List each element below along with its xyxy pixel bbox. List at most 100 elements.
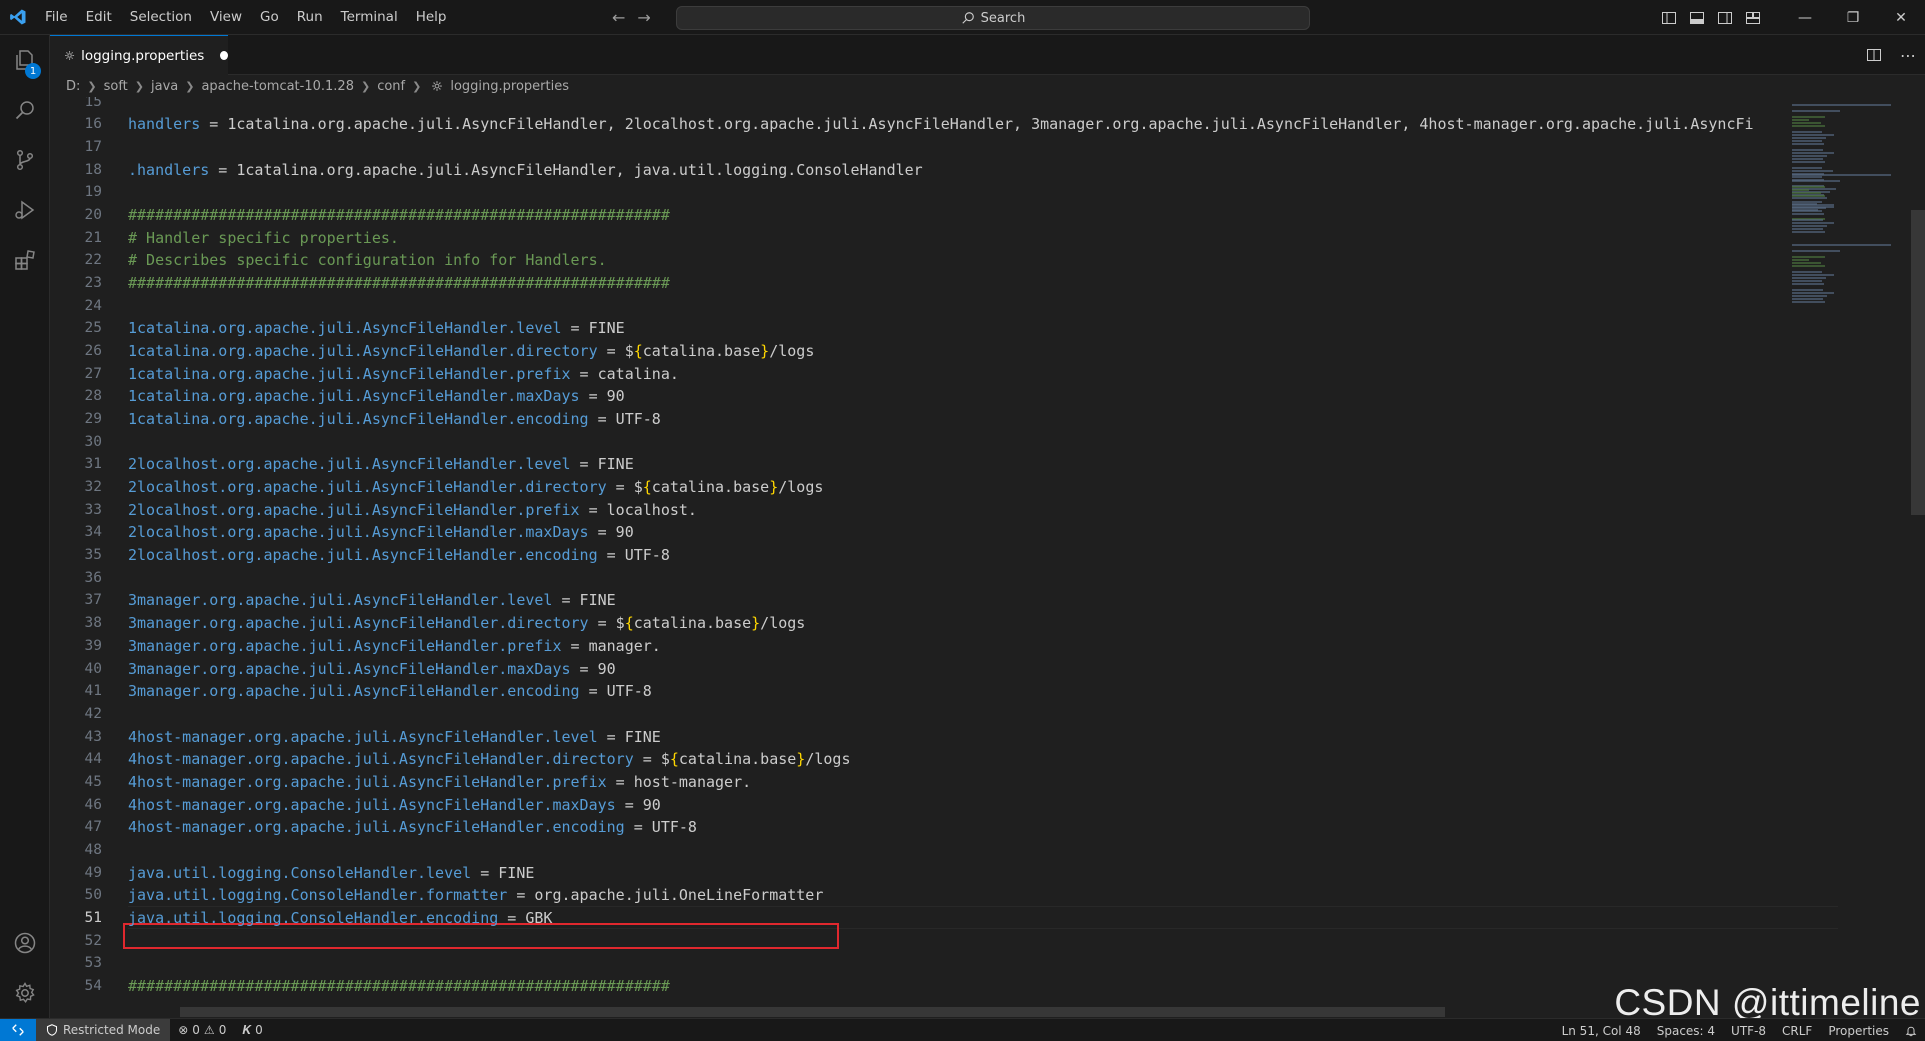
line-number: 28 — [84, 388, 102, 405]
code-line[interactable]: 43 4host-manager.org.apache.juli.AsyncFil… — [50, 725, 1790, 748]
more-actions-icon[interactable]: ⋯ — [1900, 46, 1917, 65]
code-line[interactable]: 23 ######################################… — [50, 271, 1790, 294]
minimize-icon[interactable]: — — [1781, 0, 1829, 35]
code-line[interactable]: 30 — [50, 430, 1790, 453]
code-line[interactable]: 48 — [50, 838, 1790, 861]
code-line[interactable]: 19 — [50, 181, 1790, 204]
code-line[interactable]: 29 1catalina.org.apache.juli.AsyncFileHan… — [50, 408, 1790, 431]
source-control-icon[interactable] — [0, 135, 50, 185]
code-line[interactable]: 16 handlers = 1catalina.org.apache.juli.A… — [50, 113, 1790, 136]
close-icon[interactable]: ✕ — [1877, 0, 1925, 35]
code-line[interactable]: 32 2localhost.org.apache.juli.AsyncFileHa… — [50, 476, 1790, 499]
extensions-icon[interactable] — [0, 235, 50, 285]
menu-help[interactable]: Help — [407, 0, 456, 35]
code-line[interactable]: 53 — [50, 952, 1790, 975]
code-line[interactable]: 27 1catalina.org.apache.juli.AsyncFileHan… — [50, 362, 1790, 385]
indentation[interactable]: Spaces: 4 — [1649, 1024, 1723, 1038]
code-line[interactable]: 49 java.util.logging.ConsoleHandler.level… — [50, 861, 1790, 884]
code-line[interactable]: 40 3manager.org.apache.juli.AsyncFileHand… — [50, 657, 1790, 680]
code-line[interactable]: 18 .handlers = 1catalina.org.apache.juli.… — [50, 158, 1790, 181]
minimap-line — [1792, 280, 1823, 282]
horizontal-scrollbar[interactable] — [180, 1007, 1445, 1017]
line-code: 1catalina.org.apache.juli.AsyncFileHandl… — [128, 365, 679, 383]
code-line[interactable]: 28 1catalina.org.apache.juli.AsyncFileHan… — [50, 385, 1790, 408]
code-line[interactable]: 20 ######################################… — [50, 203, 1790, 226]
code-line[interactable]: 31 2localhost.org.apache.juli.AsyncFileHa… — [50, 453, 1790, 476]
code-editor[interactable]: 15 16 handlers = 1catalina.org.apache.juli… — [50, 97, 1903, 1018]
restore-icon[interactable]: ❐ — [1829, 0, 1877, 35]
explorer-icon[interactable]: 1 — [0, 35, 50, 85]
breadcrumb-item-drive[interactable]: D: — [66, 79, 80, 94]
code-line[interactable]: 52 — [50, 929, 1790, 952]
problems-indicator[interactable]: ⊗ 0 ⚠ 0 — [170, 1023, 234, 1037]
code-line[interactable]: 42 — [50, 702, 1790, 725]
code-token: 1catalina.org.apache.juli.AsyncFileHandl… — [128, 364, 571, 383]
code-line[interactable]: 46 4host-manager.org.apache.juli.AsyncFil… — [50, 793, 1790, 816]
code-line[interactable]: 15 — [50, 97, 1790, 113]
code-line[interactable]: 54 ######################################… — [50, 975, 1790, 998]
unsaved-dot-icon[interactable] — [220, 51, 228, 60]
code-line[interactable]: 36 — [50, 566, 1790, 589]
toggle-primary-sidebar-icon[interactable] — [1655, 0, 1683, 35]
accounts-icon[interactable] — [0, 918, 50, 968]
line-number: 21 — [84, 229, 102, 246]
code-line[interactable]: 39 3manager.org.apache.juli.AsyncFileHand… — [50, 634, 1790, 657]
menu-edit[interactable]: Edit — [77, 0, 121, 35]
code-line[interactable]: 17 — [50, 135, 1790, 158]
cursor-position[interactable]: Ln 51, Col 48 — [1554, 1024, 1649, 1038]
remote-indicator-icon[interactable] — [0, 1018, 36, 1041]
line-number: 47 — [84, 819, 102, 836]
menu-terminal[interactable]: Terminal — [332, 0, 407, 35]
breadcrumb-item-soft[interactable]: soft — [104, 79, 128, 94]
toggle-panel-icon[interactable] — [1683, 0, 1711, 35]
code-line[interactable]: 25 1catalina.org.apache.juli.AsyncFileHan… — [50, 317, 1790, 340]
code-line[interactable]: 51 java.util.logging.ConsoleHandler.encod… — [50, 906, 1790, 929]
code-line[interactable]: 45 4host-manager.org.apache.juli.AsyncFil… — [50, 770, 1790, 793]
code-line[interactable]: 50 java.util.logging.ConsoleHandler.forma… — [50, 884, 1790, 907]
code-line[interactable]: 37 3manager.org.apache.juli.AsyncFileHand… — [50, 589, 1790, 612]
code-line[interactable]: 41 3manager.org.apache.juli.AsyncFileHand… — [50, 680, 1790, 703]
code-line[interactable]: 47 4host-manager.org.apache.juli.AsyncFil… — [50, 816, 1790, 839]
restricted-mode-indicator[interactable]: Restricted Mode — [36, 1018, 171, 1041]
breadcrumb-item-tomcat[interactable]: apache-tomcat-10.1.28 — [201, 79, 354, 94]
menu-run[interactable]: Run — [288, 0, 332, 35]
code-line[interactable]: 21 # Handler specific properties. — [50, 226, 1790, 249]
customize-layout-icon[interactable] — [1739, 0, 1767, 35]
code-line[interactable]: 22 # Describes specific configuration inf… — [50, 249, 1790, 272]
code-line[interactable]: 35 2localhost.org.apache.juli.AsyncFileHa… — [50, 544, 1790, 567]
line-code: java.util.logging.ConsoleHandler.encodin… — [128, 909, 552, 927]
notifications-bell-icon[interactable] — [1897, 1025, 1925, 1037]
tab-logging-properties[interactable]: logging.properties — [50, 35, 228, 75]
minimap-line — [1792, 174, 1891, 176]
code-line[interactable]: 44 4host-manager.org.apache.juli.AsyncFil… — [50, 748, 1790, 771]
settings-gear-icon[interactable] — [0, 968, 50, 1018]
back-arrow-icon[interactable]: ← — [612, 8, 625, 27]
menu-selection[interactable]: Selection — [121, 0, 201, 35]
breadcrumb-item-file[interactable]: logging.properties — [450, 79, 569, 94]
code-line[interactable]: 26 1catalina.org.apache.juli.AsyncFileHan… — [50, 339, 1790, 362]
language-mode[interactable]: Properties — [1820, 1024, 1897, 1038]
split-editor-icon[interactable] — [1866, 47, 1882, 63]
vertical-scrollbar[interactable] — [1911, 210, 1925, 515]
run-and-debug-icon[interactable] — [0, 185, 50, 235]
minimap[interactable] — [1790, 97, 1910, 1018]
code-line[interactable]: 24 — [50, 294, 1790, 317]
command-center-search[interactable]: Search — [676, 6, 1310, 30]
line-code: 3manager.org.apache.juli.AsyncFileHandle… — [128, 614, 805, 632]
menu-go[interactable]: Go — [251, 0, 288, 35]
end-of-line[interactable]: CRLF — [1774, 1024, 1820, 1038]
code-token: java.util.logging.ConsoleHandler.encodin… — [128, 908, 499, 927]
breadcrumb-item-conf[interactable]: conf — [377, 79, 405, 94]
line-code: 3manager.org.apache.juli.AsyncFileHandle… — [128, 660, 616, 678]
ports-indicator[interactable]: 𝜥 0 — [234, 1023, 270, 1038]
breadcrumb-item-java[interactable]: java — [151, 79, 178, 94]
forward-arrow-icon[interactable]: → — [637, 8, 650, 27]
code-line[interactable]: 34 2localhost.org.apache.juli.AsyncFileHa… — [50, 521, 1790, 544]
code-line[interactable]: 38 3manager.org.apache.juli.AsyncFileHand… — [50, 612, 1790, 635]
search-icon[interactable] — [0, 85, 50, 135]
toggle-secondary-sidebar-icon[interactable] — [1711, 0, 1739, 35]
menu-file[interactable]: File — [36, 0, 77, 35]
code-line[interactable]: 33 2localhost.org.apache.juli.AsyncFileHa… — [50, 498, 1790, 521]
menu-view[interactable]: View — [201, 0, 251, 35]
file-encoding[interactable]: UTF-8 — [1723, 1024, 1774, 1038]
